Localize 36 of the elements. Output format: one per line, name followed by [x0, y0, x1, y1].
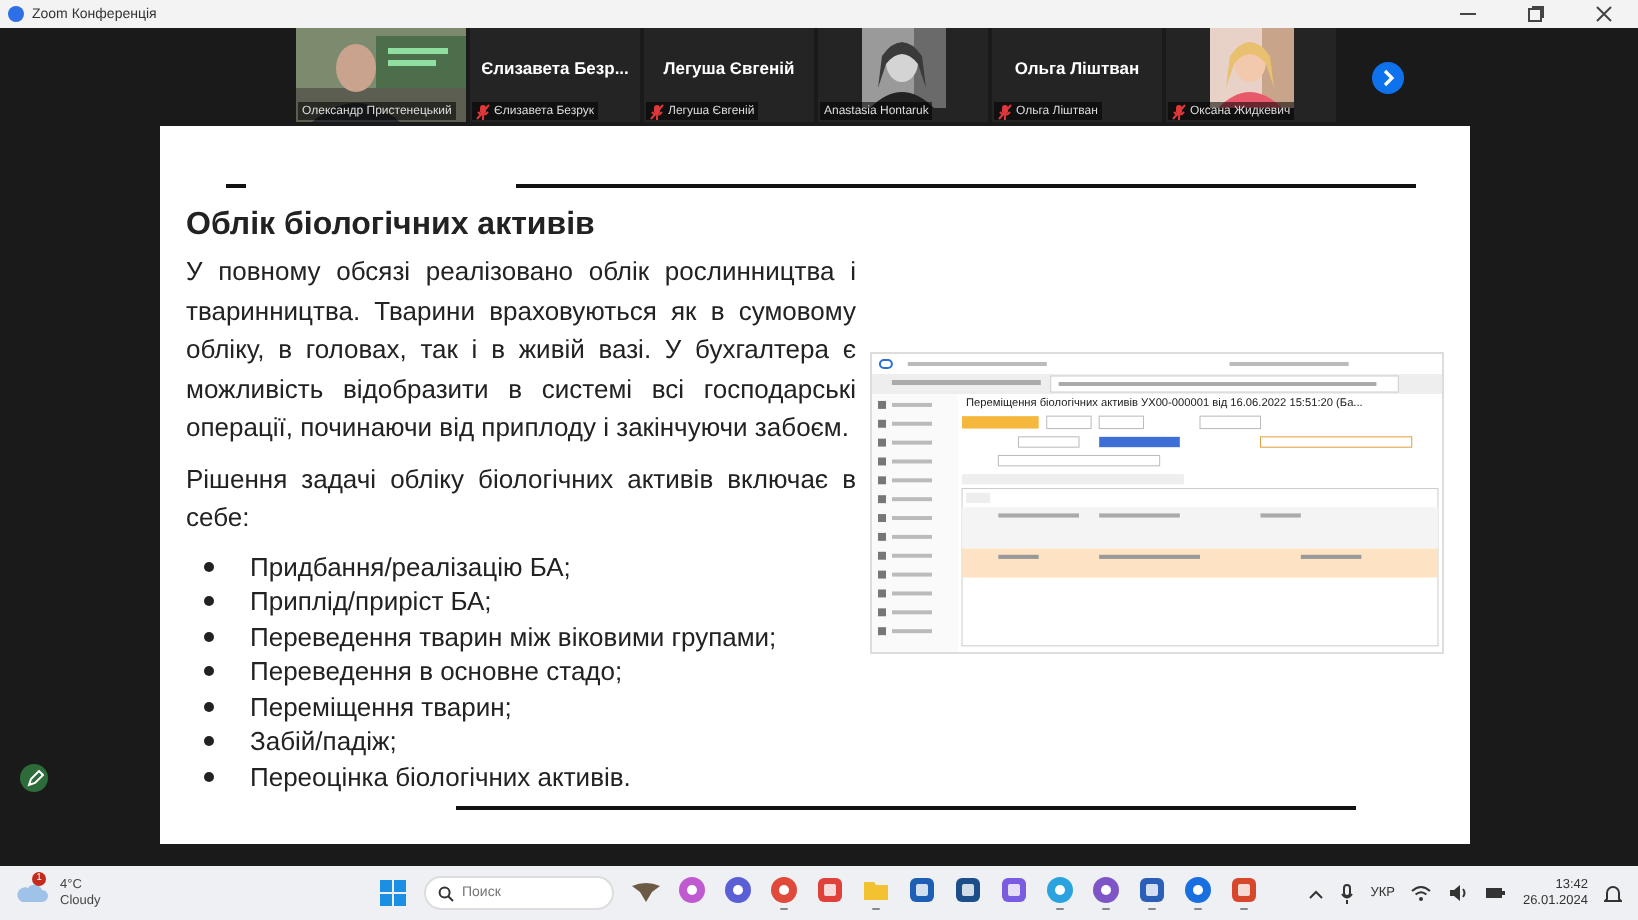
search-icon	[438, 885, 454, 901]
close-icon[interactable]	[1594, 4, 1614, 24]
bullet-icon	[204, 631, 214, 642]
bullet-icon	[204, 561, 214, 572]
slide-title: Облік біологічних активів	[186, 208, 597, 244]
participant-name: Ольга Ліштван	[1014, 57, 1140, 77]
bullet-icon	[204, 736, 214, 747]
next-page-button[interactable]	[1372, 62, 1404, 94]
bullet-icon	[204, 771, 214, 782]
battery-icon[interactable]	[1484, 884, 1507, 902]
list-item: Переведення в основне стадо;	[250, 656, 623, 687]
bullet-icon	[204, 666, 214, 677]
paragraph: Рішення задачі обліку біологічних активів включає в себе:	[186, 461, 856, 536]
notification-bell-icon[interactable]	[1604, 883, 1622, 903]
list-item: Приплід/приріст БА;	[250, 586, 492, 617]
app-icon[interactable]	[1000, 875, 1028, 904]
participant-name: Єлизавета Безр...	[481, 57, 629, 77]
bullet-icon	[204, 596, 214, 607]
bullet-icon	[204, 701, 214, 712]
list-item: Переведення тварин між віковими групами;	[250, 621, 777, 652]
speaker-icon[interactable]	[1448, 884, 1469, 902]
start-button[interactable]	[380, 880, 406, 906]
list-item: Забій/падіж;	[250, 726, 397, 757]
list-item: Переміщення тварин;	[250, 691, 512, 722]
restore-button[interactable]	[1526, 4, 1546, 24]
cloud-icon	[16, 882, 48, 904]
app-icon[interactable]	[816, 875, 844, 904]
paragraph: У повному обсязі реалізовано облік рослинництва і тваринництва. Тварини враховуються як в сумовому обліку, в головах, так і в живій вазі. У бухгалтера є можливість відобразити в системі всі господарські операції, починаючи від приплоду і закінчуючи забоєм.	[186, 254, 856, 446]
annotate-button[interactable]	[20, 764, 48, 792]
list-item: Придбання/реалізацію БА;	[250, 551, 571, 582]
microphone-icon[interactable]	[1340, 883, 1355, 903]
participant-name: Легуша Євгеній	[663, 57, 795, 77]
chevron-up-icon[interactable]	[1308, 887, 1325, 899]
zoom-logo-icon	[8, 6, 24, 22]
wifi-icon[interactable]	[1410, 884, 1433, 902]
list-item: Переоцінка біологічних активів.	[250, 761, 631, 792]
